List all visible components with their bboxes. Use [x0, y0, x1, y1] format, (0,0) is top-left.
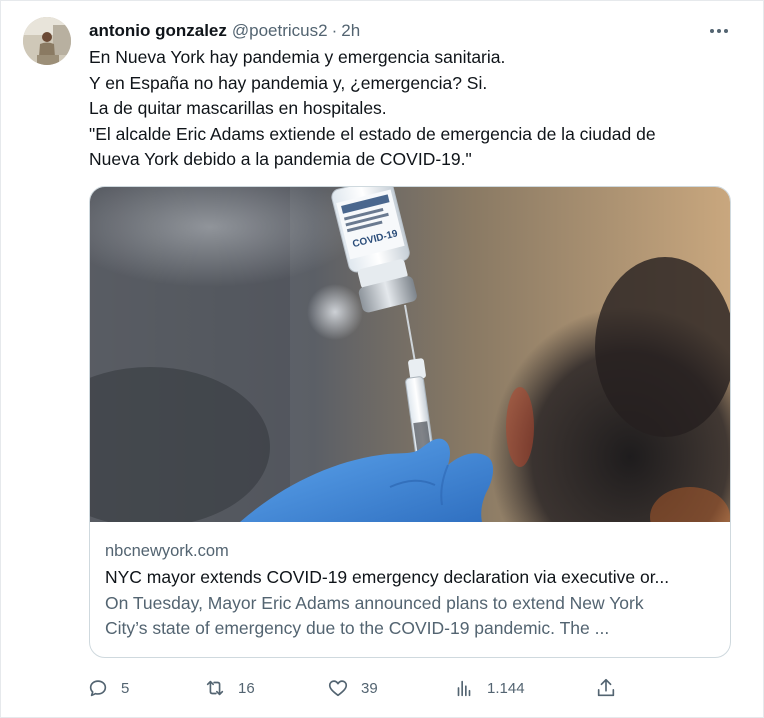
card-meta: nbcnewyork.com NYC mayor extends COVID-1… [105, 539, 717, 641]
more-options-button[interactable] [705, 19, 733, 43]
author-handle[interactable]: @poetricus2 [232, 21, 328, 41]
tweet-header: antonio gonzalez @poetricus2 · 2h [89, 19, 723, 43]
timestamp[interactable]: 2h [341, 21, 360, 41]
views-count: 1.144 [487, 679, 525, 697]
retweet-count: 16 [238, 679, 255, 697]
analytics-icon [457, 680, 471, 697]
share-icon [597, 678, 615, 697]
author-name[interactable]: antonio gonzalez [89, 21, 227, 41]
separator-dot: · [331, 21, 338, 40]
tweet-container: antonio gonzalez @poetricus2 · 2h En Nue… [0, 0, 764, 718]
tweet-text-line: La de quitar mascarillas en hospitales. [89, 98, 387, 118]
retweet-icon [206, 680, 224, 696]
share-button[interactable] [595, 673, 617, 703]
tweet-text-line: "El alcalde Eric Adams extiende el estad… [89, 123, 656, 144]
avatar[interactable] [23, 17, 71, 65]
tweet-text-line: Y en España no hay pandemia y, ¿emergenc… [89, 72, 488, 93]
vaccine-photo: COVID-19 [90, 187, 730, 522]
like-button[interactable]: 39 [327, 673, 378, 703]
avatar-photo [23, 17, 71, 65]
card-domain: nbcnewyork.com [105, 542, 229, 560]
reply-icon [89, 680, 107, 697]
card-description-line: On Tuesday, Mayor Eric Adams announced p… [105, 593, 644, 613]
heart-icon [328, 680, 348, 697]
more-horizontal-icon [710, 29, 714, 33]
action-bar: 5 16 39 1.144 [87, 673, 627, 703]
like-count: 39 [361, 679, 378, 697]
tweet-text-line: En Nueva York hay pandemia y emergencia … [89, 47, 506, 67]
views-button[interactable]: 1.144 [453, 673, 525, 703]
reply-button[interactable]: 5 [87, 673, 129, 703]
link-preview-card[interactable]: COVID-19 nbcnewyork.com NYC mayor extend… [89, 186, 731, 658]
card-image[interactable]: COVID-19 [90, 187, 730, 522]
card-title[interactable]: NYC mayor extends COVID-19 emergency dec… [105, 563, 717, 591]
tweet-text: En Nueva York hay pandemia y emergencia … [89, 45, 739, 173]
reply-count: 5 [121, 679, 130, 697]
card-description-line: City’s state of emergency due to the COV… [105, 618, 610, 638]
retweet-button[interactable]: 16 [204, 673, 255, 703]
card-description: On Tuesday, Mayor Eric Adams announced p… [105, 591, 710, 641]
tweet-text-line: Nueva York debido a la pandemia de COVID… [89, 149, 472, 169]
